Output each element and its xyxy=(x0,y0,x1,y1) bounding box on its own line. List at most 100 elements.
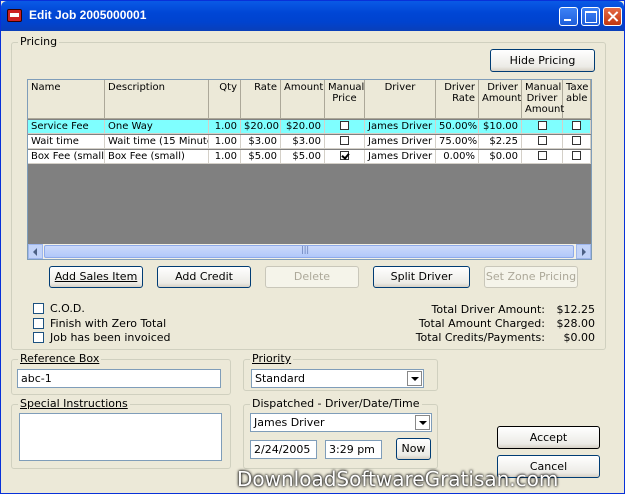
cell-description: Box Fee (small) xyxy=(105,150,209,164)
cell-rate: $20.00 xyxy=(241,120,281,134)
col-header-manual-driver-amount[interactable]: Manual Driver Amount xyxy=(522,80,564,119)
col-header-description[interactable]: Description xyxy=(105,80,209,119)
pricing-legend: Pricing xyxy=(18,35,60,48)
cell-driver-amount: $10.00 xyxy=(479,120,522,134)
horizontal-scrollbar[interactable]: ||| xyxy=(28,244,591,259)
maximize-button[interactable] xyxy=(581,7,600,26)
table-row[interactable]: Box Fee (small) Box Fee (small) 1.00 $5.00 $… xyxy=(28,150,591,164)
cell-qty: 1.00 xyxy=(209,135,241,149)
cell-taxable[interactable] xyxy=(563,120,591,134)
cell-rate: $3.00 xyxy=(241,135,281,149)
col-header-driver-rate[interactable]: Driver Rate xyxy=(436,80,479,119)
app-icon xyxy=(7,9,22,22)
total-credits-value: $0.00 xyxy=(563,331,596,344)
total-driver-amount-label: Total Driver Amount: xyxy=(431,303,545,316)
taxable-checkbox[interactable] xyxy=(572,151,581,160)
total-amount-charged-label: Total Amount Charged: xyxy=(418,317,545,330)
chevron-down-icon[interactable] xyxy=(407,371,422,386)
col-header-qty[interactable]: Qty xyxy=(209,80,241,119)
cell-name: Wait time xyxy=(28,135,105,149)
cell-taxable[interactable] xyxy=(563,150,591,164)
table-row[interactable]: Service Fee One Way 1.00 $20.00 $20.00 James … xyxy=(28,120,591,134)
edit-job-window: Edit Job 2005000001 Pricing Hide Pricing… xyxy=(0,0,625,494)
cell-description: One Way xyxy=(105,120,209,134)
finish-zero-total-label: Finish with Zero Total xyxy=(50,317,167,330)
accept-button[interactable]: Accept xyxy=(497,426,600,449)
taxable-checkbox[interactable] xyxy=(572,121,581,130)
cell-taxable[interactable] xyxy=(563,135,591,149)
cell-driver-amount: $0.00 xyxy=(479,150,522,164)
scroll-right-arrow-icon[interactable] xyxy=(576,244,591,259)
scroll-left-arrow-icon[interactable] xyxy=(28,244,43,259)
chevron-down-icon[interactable] xyxy=(415,415,430,430)
add-credit-button[interactable]: Add Credit xyxy=(157,266,251,288)
hide-pricing-button[interactable]: Hide Pricing xyxy=(490,49,595,72)
cell-manual-price[interactable] xyxy=(325,120,365,134)
special-instructions-textarea[interactable] xyxy=(19,413,222,461)
total-credits-label: Total Credits/Payments: xyxy=(415,331,545,344)
cell-driver: James Driver xyxy=(365,135,436,149)
job-invoiced-label: Job has been invoiced xyxy=(50,331,171,344)
cod-checkbox-box[interactable] xyxy=(33,303,44,314)
now-button[interactable]: Now xyxy=(396,438,431,460)
manual-price-checkbox[interactable] xyxy=(340,121,349,130)
dispatched-driver-select[interactable]: James Driver xyxy=(250,413,432,432)
cell-description: Wait time (15 Minutes) xyxy=(105,135,209,149)
window-title: Edit Job 2005000001 xyxy=(29,8,147,22)
cell-driver-rate: 75.00% xyxy=(436,135,479,149)
cell-driver-rate: 0.00% xyxy=(436,150,479,164)
priority-value: Standard xyxy=(255,372,306,385)
col-header-taxable[interactable]: Taxe able xyxy=(563,80,591,119)
close-button[interactable] xyxy=(603,7,622,26)
manual-driver-amount-checkbox[interactable] xyxy=(537,151,547,160)
cell-manual-driver-amount[interactable] xyxy=(522,150,563,164)
cell-qty: 1.00 xyxy=(209,150,241,164)
manual-price-checkbox[interactable] xyxy=(340,136,349,145)
reference-box-input[interactable]: abc-1 xyxy=(17,369,221,388)
dispatched-time-input[interactable]: 3:29 pm xyxy=(325,440,382,459)
dispatched-legend: Dispatched - Driver/Date/Time xyxy=(250,397,422,410)
col-header-name[interactable]: Name xyxy=(28,80,105,119)
col-header-amount[interactable]: Amount xyxy=(281,80,325,119)
total-driver-amount-value: $12.25 xyxy=(556,303,596,316)
col-header-driver[interactable]: Driver xyxy=(365,80,436,119)
table-row[interactable]: Wait timeWait time (15 Minutes)1.00$3.00… xyxy=(28,135,591,149)
cell-manual-price[interactable] xyxy=(325,135,365,149)
title-bar[interactable]: Edit Job 2005000001 xyxy=(1,1,624,31)
split-driver-button[interactable]: Split Driver xyxy=(373,266,470,288)
dispatched-driver-value: James Driver xyxy=(254,416,325,429)
manual-driver-amount-checkbox[interactable] xyxy=(537,136,547,145)
manual-price-checkbox[interactable] xyxy=(340,151,349,160)
col-header-manual-price[interactable]: Manual Price xyxy=(325,80,365,119)
cell-driver-rate: 50.00% xyxy=(436,120,479,134)
reference-box-legend: Reference Box xyxy=(18,352,102,365)
set-zone-pricing-button[interactable]: Set Zone Pricing xyxy=(484,266,578,288)
cell-driver-amount: $2.25 xyxy=(479,135,522,149)
col-header-driver-amount[interactable]: Driver Amount xyxy=(479,80,522,119)
grid-header: Name Description Qty Rate Amount Manual P… xyxy=(28,80,591,119)
dispatched-date-input[interactable]: 2/24/2005 xyxy=(250,440,317,459)
cell-driver: James Driver xyxy=(365,120,436,134)
cell-name: Box Fee (small) xyxy=(28,150,105,164)
delete-button[interactable]: Delete xyxy=(265,266,359,288)
add-sales-item-button[interactable]: Add Sales Item xyxy=(49,266,143,288)
taxable-checkbox[interactable] xyxy=(572,136,581,145)
cell-name: Service Fee xyxy=(28,120,105,134)
col-header-rate[interactable]: Rate xyxy=(241,80,281,119)
cell-amount: $20.00 xyxy=(281,120,325,134)
job-invoiced-checkbox-box[interactable] xyxy=(33,332,44,343)
watermark-text: DownloadSoftwareGratisan.com xyxy=(237,467,559,491)
scroll-thumb[interactable]: ||| xyxy=(44,245,574,258)
cell-manual-driver-amount[interactable] xyxy=(522,135,563,149)
pricing-grid[interactable]: Name Description Qty Rate Amount Manual P… xyxy=(27,79,592,260)
cell-amount: $5.00 xyxy=(281,150,325,164)
manual-driver-amount-checkbox[interactable] xyxy=(537,121,547,130)
priority-select[interactable]: Standard xyxy=(251,369,424,388)
priority-legend: Priority xyxy=(250,352,294,365)
cell-manual-price[interactable] xyxy=(325,150,365,164)
total-amount-charged-value: $28.00 xyxy=(556,317,596,330)
cell-amount: $3.00 xyxy=(281,135,325,149)
finish-zero-total-checkbox-box[interactable] xyxy=(33,318,44,329)
cell-manual-driver-amount[interactable] xyxy=(522,120,563,134)
minimize-button[interactable] xyxy=(559,7,578,26)
